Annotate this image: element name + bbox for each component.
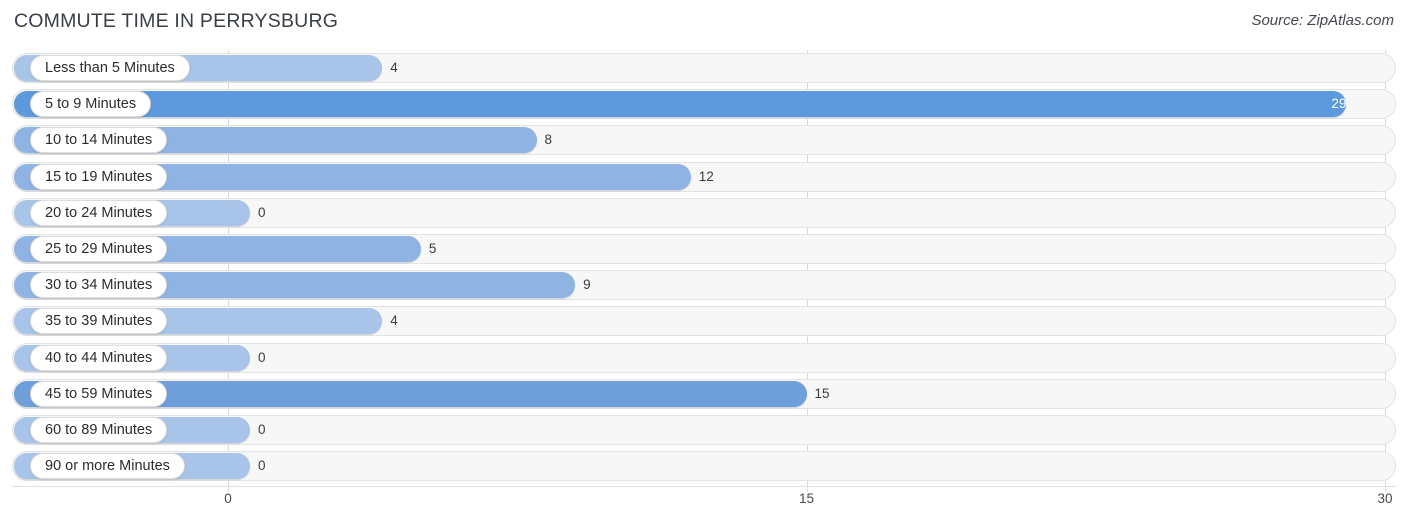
- bar-value-label: 0: [258, 458, 266, 474]
- category-label: 20 to 24 Minutes: [30, 199, 168, 226]
- bar-value-label: 15: [814, 385, 830, 401]
- category-label: Less than 5 Minutes: [30, 55, 190, 81]
- x-axis: 0 15 30: [0, 486, 1406, 522]
- bar-row[interactable]: 25 to 29 Minutes 5: [12, 234, 1396, 264]
- bar-rows: Less than 5 Minutes 4 5 to 9 Minutes 29 10 t…: [0, 50, 1406, 486]
- bar-row[interactable]: 35 to 39 Minutes 4: [12, 306, 1396, 337]
- bar-row[interactable]: 5 to 9 Minutes 29: [12, 89, 1396, 120]
- page-title: COMMUTE TIME IN PERRYSBURG: [14, 10, 339, 32]
- bar-value-label: 0: [258, 349, 266, 365]
- category-label: 60 to 89 Minutes: [30, 417, 168, 443]
- bar-value-label: 9: [583, 277, 591, 293]
- bar-value-label: 29: [1331, 96, 1347, 112]
- bar-value-label: 0: [258, 422, 266, 437]
- bar-value-label: 4: [390, 60, 398, 75]
- category-label: 30 to 34 Minutes: [30, 272, 168, 299]
- bar-row[interactable]: 40 to 44 Minutes 0: [12, 342, 1396, 373]
- bar-row[interactable]: 60 to 89 Minutes 0: [12, 415, 1396, 445]
- axis-line: [12, 486, 1396, 487]
- bar: [14, 91, 1347, 118]
- bar-row[interactable]: 10 to 14 Minutes 8: [12, 125, 1396, 156]
- bar-value-label: 0: [258, 204, 266, 220]
- category-label: 35 to 39 Minutes: [30, 308, 168, 335]
- bar-row[interactable]: Less than 5 Minutes 4: [12, 53, 1396, 83]
- category-label: 15 to 19 Minutes: [30, 163, 168, 190]
- commute-time-bar-chart: COMMUTE TIME IN PERRYSBURG Source: ZipAt…: [0, 0, 1406, 522]
- category-label: 45 to 59 Minutes: [30, 380, 168, 407]
- plot-area: Less than 5 Minutes 4 5 to 9 Minutes 29 10 t…: [0, 50, 1406, 492]
- bar-row[interactable]: 15 to 19 Minutes 12: [12, 161, 1396, 192]
- category-label: 10 to 14 Minutes: [30, 127, 168, 154]
- bar-row[interactable]: 20 to 24 Minutes 0: [12, 197, 1396, 228]
- bar-value-label: 8: [544, 132, 553, 148]
- category-label: 5 to 9 Minutes: [30, 91, 152, 118]
- category-label: 40 to 44 Minutes: [30, 344, 168, 371]
- bar-row[interactable]: 30 to 34 Minutes 9: [12, 270, 1396, 301]
- bar-value-label: 4: [390, 313, 398, 329]
- bar-value-label: 12: [698, 168, 714, 184]
- bar-row[interactable]: 45 to 59 Minutes 15: [12, 378, 1396, 409]
- bar-value-label: 5: [428, 241, 437, 256]
- bar-row[interactable]: 90 or more Minutes 0: [12, 451, 1396, 482]
- axis-tick-label: 30: [1377, 491, 1393, 506]
- axis-tick-label: 15: [798, 491, 815, 506]
- source-attribution: Source: ZipAtlas.com: [1251, 12, 1394, 29]
- axis-tick-label: 0: [224, 491, 232, 506]
- category-label: 90 or more Minutes: [30, 453, 185, 480]
- category-label: 25 to 29 Minutes: [30, 236, 168, 262]
